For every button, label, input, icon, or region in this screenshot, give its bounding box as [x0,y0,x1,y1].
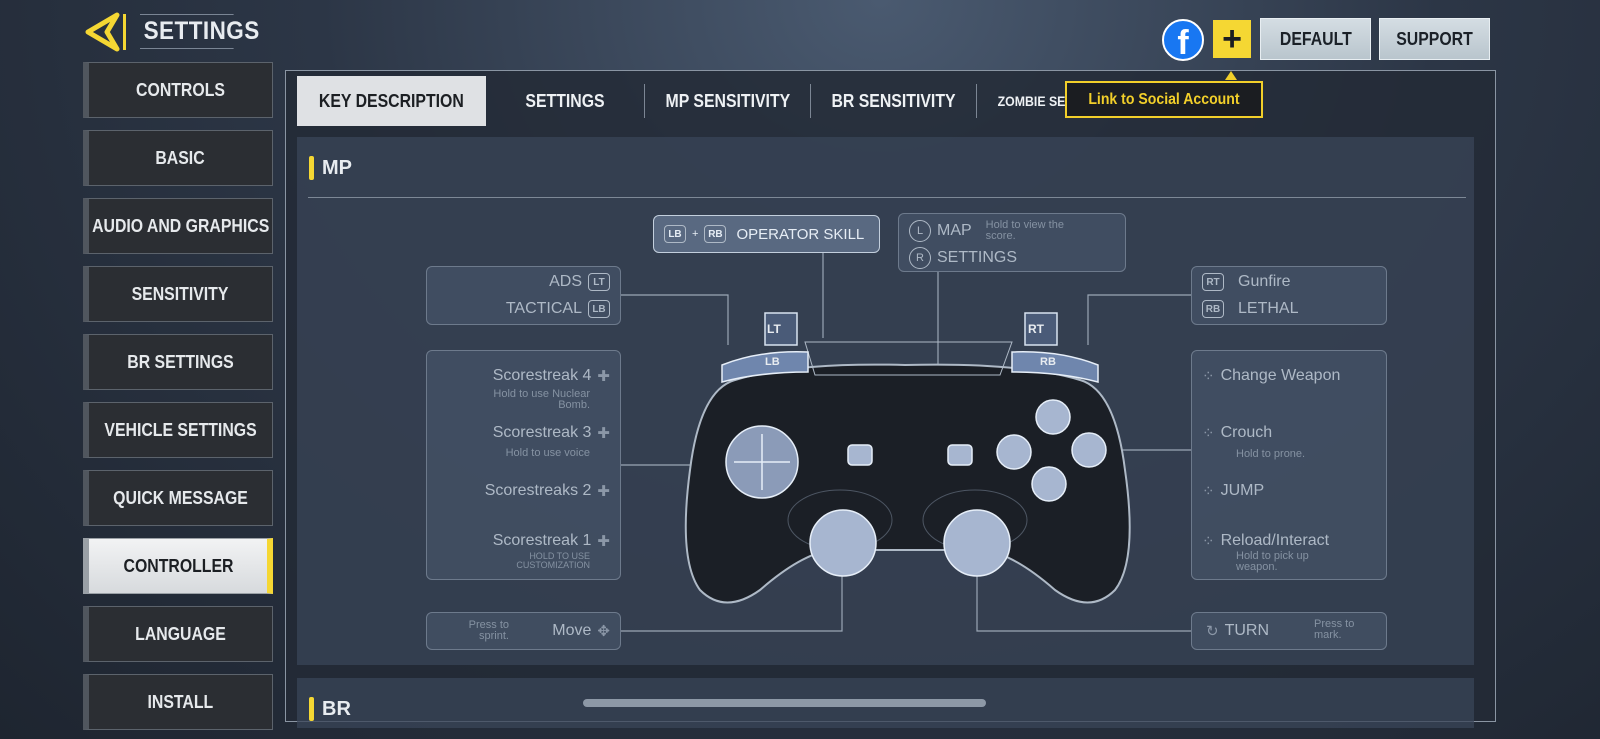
scrollbar[interactable] [583,699,986,707]
lt-label: LT [767,322,781,336]
move-stick-icon: ✥ [597,623,610,640]
b-button [1071,432,1107,468]
rb-label: RB [1040,356,1056,368]
move-box: Press to sprint. Move ✥ [426,612,621,650]
section-header-br: BR [309,697,351,721]
left-triggers-box: ADS LT TACTICAL LB [426,266,621,325]
face-buttons-box: ⁘ Change Weapon ⁘ Crouch Hold to prone. ⁘ J… [1191,350,1387,580]
x-button [996,434,1032,470]
dpad-down-icon: ✚ [597,483,610,500]
a-button-icon: ⁘ [1202,483,1215,500]
rt-label: RT [1028,322,1044,336]
dpad-actions-box: Scorestreak 4 ✚ Hold to use Nuclear Bomb.… [426,350,621,580]
dpad-left-icon: ✚ [597,533,610,550]
right-triggers-box: RT Gunfire RB LETHAL [1191,266,1387,325]
right-stick [943,509,1011,577]
rotate-icon: ↻ [1206,623,1219,640]
menu-button [947,444,973,466]
b-button-icon: ⁘ [1202,425,1215,442]
x-button-icon: ⁘ [1202,533,1215,550]
lb-label: LB [765,356,780,368]
y-button [1035,399,1071,435]
a-button [1031,466,1067,502]
map-settings-box: L MAP Hold to view the score. R SETTINGS [898,213,1126,272]
y-button-icon: ⁘ [1202,368,1215,385]
dpad-right-icon: ✚ [597,425,610,442]
dpad-up-icon: ✚ [597,368,610,385]
view-button [847,444,873,466]
operator-skill-box: LB + RB OPERATOR SKILL [653,215,880,253]
turn-box: ↻ TURN Press to mark. [1191,612,1387,650]
left-stick [809,509,877,577]
